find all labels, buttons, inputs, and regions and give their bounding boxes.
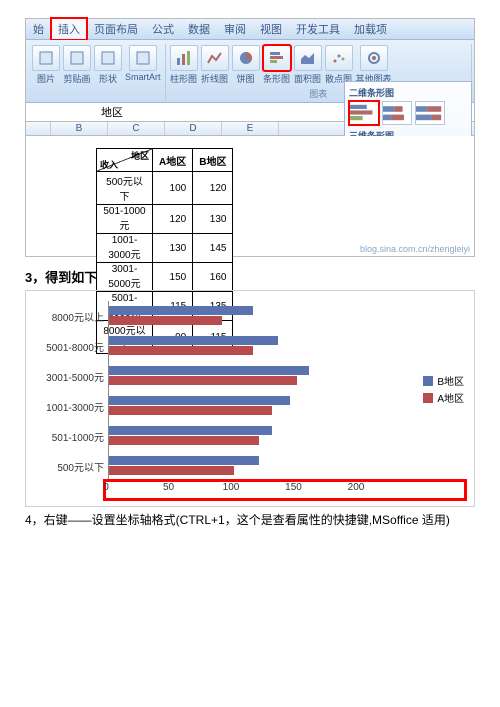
legend-swatch: [423, 376, 433, 386]
row-label: 1001-3000元: [97, 234, 153, 263]
bar-A地区[interactable]: [109, 316, 222, 325]
x-tick-label: 50: [163, 482, 174, 493]
y-tick-label: 5001-8000元: [34, 339, 104, 354]
散点图-button[interactable]: [325, 45, 353, 71]
其他图表-button[interactable]: [360, 45, 388, 71]
y-tick-label: 1001-3000元: [34, 399, 104, 414]
col-header[interactable]: E: [222, 122, 279, 135]
excel-screenshot: 始插入页面布局公式数据审阅视图开发工具加载项 图片剪贴画形状SmartArt 柱…: [25, 18, 475, 257]
ribbon-group-illustrations: 图片剪贴画形状SmartArt: [28, 44, 166, 100]
tab-开发工具[interactable]: 开发工具: [289, 18, 347, 40]
step-3-text: 3，得到如下条形图，选中横轴: [25, 267, 475, 286]
ribbon-label: 面积图: [294, 72, 322, 85]
y-tick-label: 501-1000元: [34, 429, 104, 444]
legend-label: A地区: [437, 390, 464, 405]
y-tick-label: 3001-5000元: [34, 369, 104, 384]
tab-数据[interactable]: 数据: [181, 18, 217, 40]
dropdown-2d-bar-header: 二维条形图: [349, 86, 467, 99]
cell: 120: [193, 172, 233, 205]
bar-B地区[interactable]: [109, 306, 253, 315]
bar-A地区[interactable]: [109, 346, 253, 355]
bar-A地区[interactable]: [109, 376, 297, 385]
tab-始[interactable]: 始: [26, 18, 51, 40]
折线图-button[interactable]: [201, 45, 229, 71]
col-header[interactable]: [26, 122, 51, 135]
bar-A地区[interactable]: [109, 406, 272, 415]
col-header[interactable]: B: [51, 122, 108, 135]
diag-header: 地区 收入: [97, 149, 153, 172]
x-tick-label: 100: [223, 482, 240, 493]
chart-legend: B地区 A地区: [423, 371, 464, 407]
legend-swatch: [423, 393, 433, 403]
ribbon-label: 形状: [94, 72, 122, 85]
bar-B地区[interactable]: [109, 366, 309, 375]
tab-公式[interactable]: 公式: [145, 18, 181, 40]
bar-A地区[interactable]: [109, 466, 234, 475]
bar-B地区[interactable]: [109, 396, 290, 405]
ribbon-tabs: 始插入页面布局公式数据审阅视图开发工具加载项: [26, 19, 474, 40]
SmartArt-button[interactable]: [129, 45, 157, 71]
bar-B地区[interactable]: [109, 456, 259, 465]
tab-视图[interactable]: 视图: [253, 18, 289, 40]
clustered-bar-option[interactable]: [349, 101, 379, 125]
100-stacked-bar-option[interactable]: [415, 101, 445, 125]
cell: 100: [153, 172, 193, 205]
tab-加载项[interactable]: 加载项: [347, 18, 394, 40]
形状-button[interactable]: [94, 45, 122, 71]
条形图-button[interactable]: [263, 45, 291, 71]
stacked-bar-option[interactable]: [382, 101, 412, 125]
y-tick-label: 8000元以上: [34, 309, 104, 324]
面积图-button[interactable]: [294, 45, 322, 71]
x-tick-label: 0: [103, 482, 109, 493]
formula-value[interactable]: 地区: [91, 104, 123, 120]
ribbon-label: 条形图: [263, 72, 291, 85]
col-header-a: A地区: [153, 149, 193, 172]
剪贴画-button[interactable]: [63, 45, 91, 71]
cell: 120: [153, 205, 193, 234]
ribbon-label: SmartArt: [125, 72, 161, 82]
cell: 150: [153, 263, 193, 292]
cell: 160: [193, 263, 233, 292]
ribbon-label: 柱形图: [170, 72, 198, 85]
cell: 130: [153, 234, 193, 263]
row-label: 500元以下: [97, 172, 153, 205]
col-header[interactable]: D: [165, 122, 222, 135]
饼图-button[interactable]: [232, 45, 260, 71]
bar-B地区[interactable]: [109, 336, 278, 345]
x-tick-label: 200: [348, 482, 365, 493]
x-tick-label: 150: [285, 482, 302, 493]
ribbon-label: 饼图: [232, 72, 260, 85]
bar-chart: 8000元以上5001-8000元3001-5000元1001-3000元501…: [25, 290, 475, 507]
cell: 130: [193, 205, 233, 234]
柱形图-button[interactable]: [170, 45, 198, 71]
cell: 145: [193, 234, 233, 263]
legend-label: B地区: [437, 373, 464, 388]
watermark: blog.sina.com.cn/zhengleiyi: [360, 244, 470, 254]
spreadsheet-grid: BCDE 地区 收入 A地区 B地区 500元以下100120501-1000元…: [26, 122, 474, 256]
col-header[interactable]: C: [108, 122, 165, 135]
y-tick-label: 500元以下: [34, 459, 104, 474]
图片-button[interactable]: [32, 45, 60, 71]
ribbon-label: 图片: [32, 72, 60, 85]
col-header-b: B地区: [193, 149, 233, 172]
x-axis-highlighted[interactable]: 0 50 100 150 200: [104, 480, 466, 500]
row-label: 3001-5000元: [97, 263, 153, 292]
ribbon-label: 剪贴画: [63, 72, 91, 85]
step-4-text: 4，右键——设置坐标轴格式(CTRL+1，这个是查看属性的快捷键,MSoffic…: [25, 511, 475, 528]
tab-审阅[interactable]: 审阅: [217, 18, 253, 40]
ribbon-label: 折线图: [201, 72, 229, 85]
row-label: 501-1000元: [97, 205, 153, 234]
bar-A地区[interactable]: [109, 436, 259, 445]
bar-B地区[interactable]: [109, 426, 272, 435]
tab-页面布局[interactable]: 页面布局: [87, 18, 145, 40]
tab-插入[interactable]: 插入: [51, 18, 87, 40]
